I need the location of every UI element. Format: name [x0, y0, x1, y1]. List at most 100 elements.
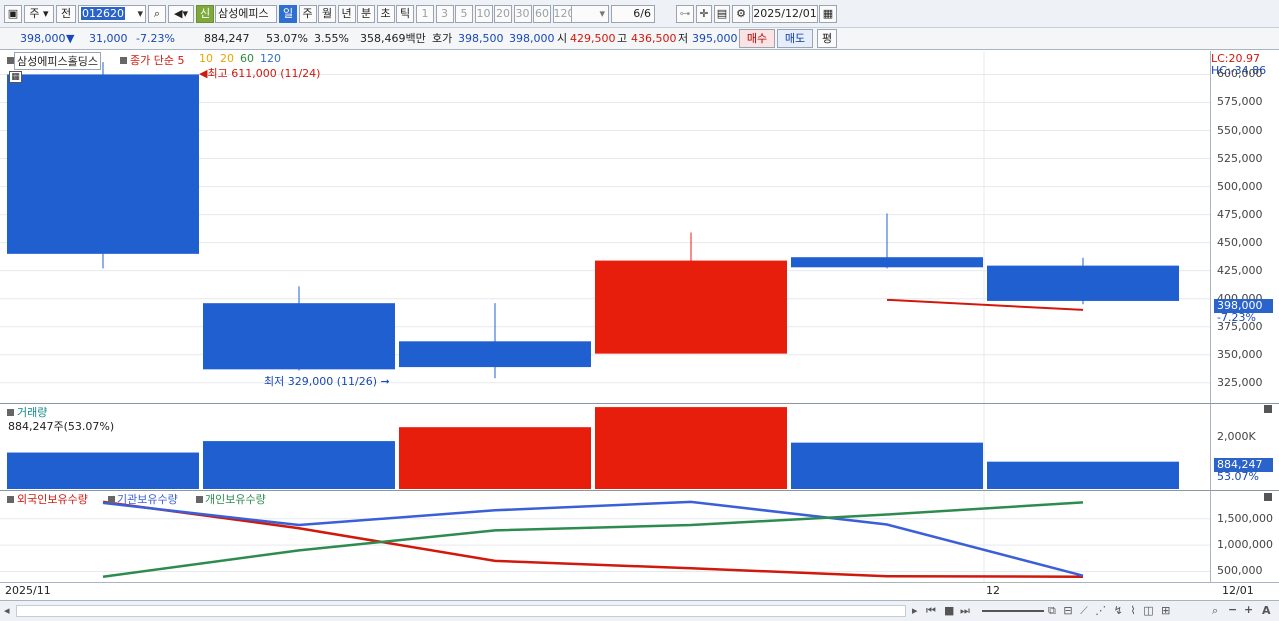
volume-close-icon[interactable] — [1264, 405, 1272, 413]
crosshair-icon[interactable]: ✛ — [696, 5, 712, 23]
period-tab-6[interactable]: 틱 — [396, 5, 414, 23]
candle-body — [7, 74, 199, 254]
page-counter[interactable]: 6/6 — [611, 5, 655, 23]
ma-period-120: 120 — [260, 52, 281, 65]
quote-bar: 398,000 ▼ 31,000 -7.23% 884,247 53.07% 3… — [0, 28, 1279, 50]
calendar-icon[interactable]: ▦ — [819, 5, 837, 23]
high-note-text: 최고 611,000 (11/24) — [207, 67, 321, 80]
price-tick-label: 550,000 — [1217, 123, 1263, 137]
scrollbar-track[interactable] — [16, 605, 906, 617]
speaker-icon[interactable]: ◀▾ — [168, 5, 194, 23]
toolbar: ▣ 주 ▾ 전 012620 ▾ ⌕ ◀▾ 신 삼성에피스 일주월년분초틱 135… — [0, 0, 1279, 28]
holding-line-chart — [0, 491, 1210, 582]
code-input-value: 012620 — [81, 7, 125, 20]
price-tick-label: 475,000 — [1217, 207, 1263, 221]
volume-chart — [7, 404, 1179, 490]
candlestick-chart — [0, 51, 1210, 403]
period-tab-2[interactable]: 월 — [318, 5, 336, 23]
volume-bar — [987, 461, 1179, 489]
interval-dropdown[interactable]: ▾ — [571, 5, 609, 23]
ma5-line — [886, 298, 1084, 311]
price-tick-label: 600,000 — [1217, 67, 1263, 81]
period-tab-0[interactable]: 일 — [279, 5, 297, 23]
ask-price: 398,500 — [458, 32, 504, 45]
search-icon[interactable]: ⌕ — [148, 5, 166, 23]
buy-button[interactable]: 매수 — [739, 29, 775, 48]
interval-tab-20[interactable]: 20 — [494, 5, 512, 23]
forward-icon[interactable]: ⏭ — [960, 604, 970, 618]
volume-summary: 884,247주(53.07%) — [8, 420, 115, 433]
rewind-icon[interactable]: ⏮ — [926, 604, 936, 618]
date-field[interactable]: 2025/12/01 — [752, 5, 818, 23]
period-tab-1[interactable]: 주 — [298, 5, 317, 23]
date-axis-right: 12/01 — [1222, 584, 1254, 597]
high-note: ◀최고 611,000 (11/24) — [199, 67, 321, 80]
pane-handle-icon[interactable] — [7, 57, 14, 64]
date-axis: 2025/11 12 12/01 — [0, 582, 1279, 600]
new-badge: 신 — [196, 5, 214, 23]
sell-button[interactable]: 매도 — [777, 29, 813, 48]
ma-period-10: 10 — [199, 52, 213, 65]
market-select-label: 주 — [29, 7, 40, 20]
zoom-slider[interactable] — [982, 610, 1044, 612]
interval-tab-1[interactable]: 1 — [416, 5, 434, 23]
interval-tab-5[interactable]: 5 — [455, 5, 473, 23]
scroll-left-icon[interactable]: ◂ — [4, 604, 10, 617]
current-price: 398,000 — [20, 32, 66, 45]
date-axis-mid: 12 — [986, 584, 1000, 597]
period-tab-4[interactable]: 분 — [357, 5, 375, 23]
volume-bar — [203, 441, 395, 489]
stock-name-field[interactable]: 삼성에피스 — [215, 5, 277, 23]
period-tab-5[interactable]: 초 — [376, 5, 395, 23]
scroll-right-icon[interactable]: ▸ — [912, 604, 918, 617]
interval-tab-10[interactable]: 10 — [474, 5, 493, 23]
save-icon[interactable]: ▤ — [714, 5, 730, 23]
stock-label: 삼성에피스홀딩스 — [14, 52, 101, 70]
drawing-tools-icon[interactable]: ⧉ ⊟ ⟋ ⋰ ↯ ⌇ ◫ ⊞ — [1048, 604, 1172, 618]
price-tick-label: 450,000 — [1217, 235, 1263, 249]
price-tick-label: 525,000 — [1217, 151, 1263, 165]
interval-tab-30[interactable]: 30 — [513, 5, 532, 23]
zoom-in-icon[interactable]: + — [1244, 603, 1253, 616]
layout-icon[interactable]: ▣ — [4, 5, 22, 23]
down-arrow-icon: ▼ — [66, 32, 75, 45]
volume-bar — [791, 442, 983, 489]
stop-icon[interactable]: ■ — [944, 604, 954, 617]
holding-handle-icon[interactable] — [7, 496, 14, 503]
volume-handle-icon[interactable] — [7, 409, 14, 416]
volume-bar — [399, 427, 591, 489]
holding-close-icon[interactable] — [1264, 493, 1272, 501]
hoga-label: 호가 — [432, 32, 453, 45]
zoom-out-icon[interactable]: − — [1228, 603, 1237, 616]
period-tab-3[interactable]: 년 — [337, 5, 356, 23]
grid-toggle-icon[interactable]: ▦ — [9, 71, 22, 83]
high-label: 고 — [617, 32, 628, 45]
legend-institution: 기관보유수량 — [117, 493, 178, 506]
bid-price: 398,000 — [509, 32, 555, 45]
price-tick-label: 325,000 — [1217, 375, 1263, 389]
interval-tab-60[interactable]: 60 — [533, 5, 551, 23]
low-note-text: 최저 329,000 (11/26) — [264, 375, 378, 388]
price-tick-label: 350,000 — [1217, 347, 1263, 361]
volume-current-pct: 53.07% — [1217, 470, 1259, 483]
ma-handle-icon[interactable] — [120, 57, 127, 64]
code-input[interactable]: 012620 ▾ — [78, 5, 146, 23]
market-select[interactable]: 주 ▾ — [24, 5, 54, 23]
bottom-bar: ◂ ▸ ⏮ ■ ⏭ ⧉ ⊟ ⟋ ⋰ ↯ ⌇ ◫ ⊞ ⌕ − + A — [0, 600, 1279, 621]
gear-icon[interactable]: ⚙ — [732, 5, 750, 23]
low-price: 395,000 — [692, 32, 738, 45]
legend-handle-icon[interactable] — [196, 496, 203, 503]
zoom-icon[interactable]: ⌕ — [1212, 604, 1218, 618]
legend-handle-icon[interactable] — [108, 496, 115, 503]
price-tick-label: 500,000 — [1217, 179, 1263, 193]
volume-pane — [0, 404, 1210, 490]
current-price-pct: -7.23% — [1217, 311, 1256, 324]
eval-button[interactable]: 평 — [817, 29, 837, 48]
interval-tab-3[interactable]: 3 — [435, 5, 454, 23]
compare-icon[interactable]: ⊶ — [676, 5, 694, 23]
price-tick-label: 575,000 — [1217, 95, 1263, 109]
font-size-icon[interactable]: A — [1262, 604, 1271, 617]
price-change-pct: -7.23% — [136, 32, 175, 45]
price-pane — [0, 51, 1210, 403]
prev-button[interactable]: 전 — [56, 5, 76, 23]
